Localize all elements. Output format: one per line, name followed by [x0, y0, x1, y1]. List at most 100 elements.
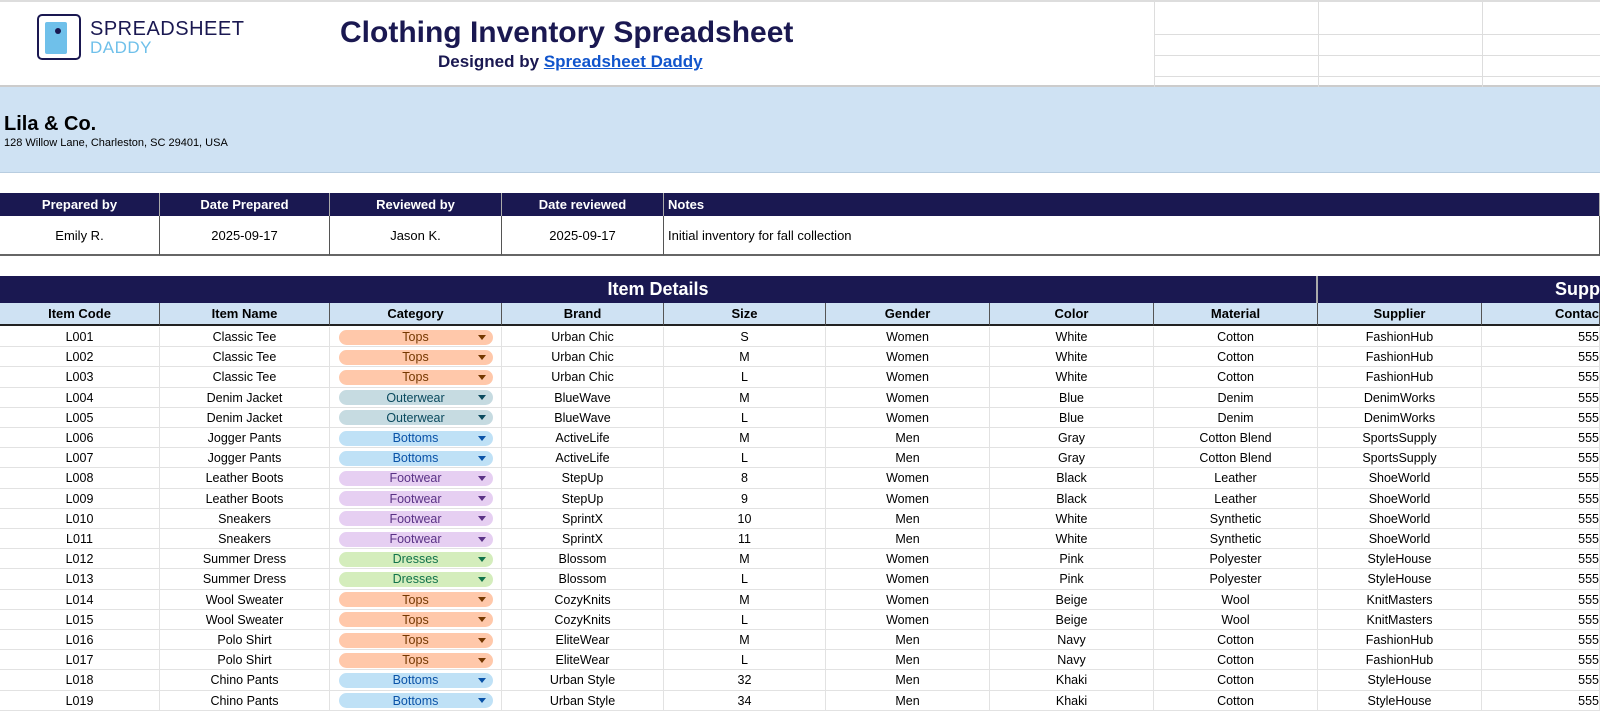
table-cell[interactable]: L015	[0, 609, 160, 630]
table-cell[interactable]: Beige	[990, 589, 1154, 610]
category-cell[interactable]: Outerwear	[330, 387, 502, 408]
table-cell[interactable]: Leather	[1154, 488, 1318, 509]
table-cell[interactable]: Wool Sweater	[160, 589, 330, 610]
column-header[interactable]: Supplier	[1318, 303, 1482, 326]
table-cell[interactable]: FashionHub	[1318, 650, 1482, 671]
category-cell[interactable]: Footwear	[330, 529, 502, 549]
table-cell[interactable]: L	[664, 407, 826, 428]
table-cell[interactable]: Jogger Pants	[160, 428, 330, 448]
table-cell[interactable]: White	[990, 327, 1154, 347]
table-cell[interactable]: L019	[0, 690, 160, 711]
table-cell[interactable]: Summer Dress	[160, 549, 330, 570]
table-cell[interactable]: Cotton Blend	[1154, 428, 1318, 448]
table-cell[interactable]: Polyester	[1154, 569, 1318, 590]
table-cell[interactable]: Leather Boots	[160, 468, 330, 489]
table-cell[interactable]: 555	[1482, 529, 1600, 549]
category-dropdown[interactable]: Tops	[338, 329, 493, 345]
dropdown-arrow-icon[interactable]	[477, 536, 486, 542]
table-cell[interactable]: Women	[826, 387, 990, 408]
category-cell[interactable]: Tops	[330, 650, 502, 671]
table-cell[interactable]: M	[664, 347, 826, 368]
category-dropdown[interactable]: Dresses	[338, 551, 493, 567]
column-header[interactable]: Brand	[502, 303, 664, 326]
category-dropdown[interactable]: Outerwear	[338, 390, 493, 406]
table-cell[interactable]: BlueWave	[502, 407, 664, 428]
dropdown-arrow-icon[interactable]	[477, 677, 486, 683]
table-cell[interactable]: Polo Shirt	[160, 650, 330, 671]
info-value[interactable]: Jason K.	[330, 216, 502, 256]
category-dropdown[interactable]: Bottoms	[338, 672, 493, 688]
category-dropdown[interactable]: Dresses	[338, 571, 493, 587]
table-cell[interactable]: Sneakers	[160, 529, 330, 549]
table-cell[interactable]: Men	[826, 529, 990, 549]
dropdown-arrow-icon[interactable]	[477, 657, 486, 663]
category-cell[interactable]: Bottoms	[330, 428, 502, 448]
column-header[interactable]: Gender	[826, 303, 990, 326]
table-cell[interactable]: Urban Chic	[502, 367, 664, 388]
table-cell[interactable]: Men	[826, 508, 990, 529]
category-cell[interactable]: Tops	[330, 327, 502, 347]
table-cell[interactable]: M	[664, 549, 826, 570]
table-cell[interactable]: Cotton	[1154, 690, 1318, 711]
table-cell[interactable]: Women	[826, 609, 990, 630]
table-cell[interactable]: Leather	[1154, 468, 1318, 489]
table-cell[interactable]: Wool Sweater	[160, 609, 330, 630]
table-cell[interactable]: Men	[826, 448, 990, 469]
column-header[interactable]: Size	[664, 303, 826, 326]
table-cell[interactable]: L016	[0, 630, 160, 650]
table-cell[interactable]: Polo Shirt	[160, 630, 330, 650]
designer-link[interactable]: Spreadsheet Daddy	[544, 52, 703, 71]
category-dropdown[interactable]: Footwear	[338, 470, 493, 486]
table-cell[interactable]: Women	[826, 468, 990, 489]
table-cell[interactable]: White	[990, 529, 1154, 549]
table-cell[interactable]: White	[990, 347, 1154, 368]
table-cell[interactable]: Urban Style	[502, 670, 664, 691]
table-cell[interactable]: EliteWear	[502, 650, 664, 671]
table-cell[interactable]: Synthetic	[1154, 529, 1318, 549]
category-dropdown[interactable]: Footwear	[338, 491, 493, 507]
dropdown-arrow-icon[interactable]	[477, 435, 486, 441]
table-cell[interactable]: 9	[664, 488, 826, 509]
dropdown-arrow-icon[interactable]	[477, 556, 486, 562]
table-cell[interactable]: 34	[664, 690, 826, 711]
category-cell[interactable]: Bottoms	[330, 670, 502, 691]
table-cell[interactable]: M	[664, 630, 826, 650]
table-cell[interactable]: StyleHouse	[1318, 569, 1482, 590]
table-cell[interactable]: SprintX	[502, 529, 664, 549]
table-cell[interactable]: M	[664, 387, 826, 408]
table-cell[interactable]: Wool	[1154, 609, 1318, 630]
category-cell[interactable]: Footwear	[330, 468, 502, 489]
category-dropdown[interactable]: Tops	[338, 632, 493, 648]
table-cell[interactable]: Navy	[990, 630, 1154, 650]
table-cell[interactable]: L	[664, 650, 826, 671]
table-cell[interactable]: Beige	[990, 609, 1154, 630]
dropdown-arrow-icon[interactable]	[477, 395, 486, 401]
column-header[interactable]: Category	[330, 303, 502, 326]
table-cell[interactable]: L007	[0, 448, 160, 469]
table-cell[interactable]: Women	[826, 569, 990, 590]
category-dropdown[interactable]: Footwear	[338, 531, 493, 547]
table-cell[interactable]: Cotton	[1154, 327, 1318, 347]
table-cell[interactable]: Cotton	[1154, 347, 1318, 368]
table-cell[interactable]: Denim Jacket	[160, 407, 330, 428]
table-cell[interactable]: Men	[826, 650, 990, 671]
table-cell[interactable]: Jogger Pants	[160, 448, 330, 469]
category-dropdown[interactable]: Tops	[338, 592, 493, 608]
info-value[interactable]: Emily R.	[0, 216, 160, 256]
table-cell[interactable]: L	[664, 448, 826, 469]
category-dropdown[interactable]: Outerwear	[338, 410, 493, 426]
table-cell[interactable]: Cotton	[1154, 670, 1318, 691]
table-cell[interactable]: StyleHouse	[1318, 670, 1482, 691]
table-cell[interactable]: L011	[0, 529, 160, 549]
table-cell[interactable]: Khaki	[990, 670, 1154, 691]
table-cell[interactable]: L006	[0, 428, 160, 448]
column-header[interactable]: Color	[990, 303, 1154, 326]
table-cell[interactable]: Classic Tee	[160, 327, 330, 347]
table-cell[interactable]: Urban Style	[502, 690, 664, 711]
table-cell[interactable]: Men	[826, 428, 990, 448]
table-cell[interactable]: Men	[826, 690, 990, 711]
category-cell[interactable]: Dresses	[330, 569, 502, 590]
table-cell[interactable]: L018	[0, 670, 160, 691]
table-cell[interactable]: 555	[1482, 549, 1600, 570]
table-cell[interactable]: Women	[826, 589, 990, 610]
